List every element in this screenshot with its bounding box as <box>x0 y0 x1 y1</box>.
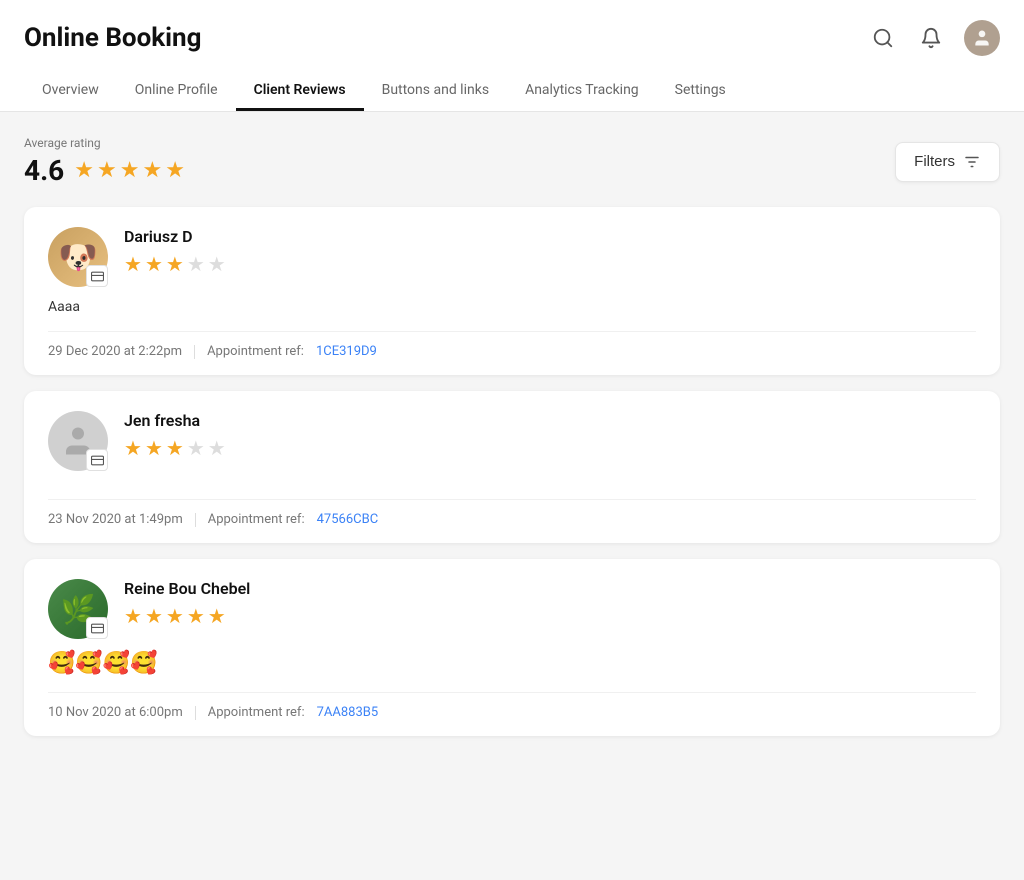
reviewer-name-1: Dariusz D <box>124 227 976 246</box>
review-card-1: 🐶 Dariusz D ★ ★ ★ ★ ★ <box>24 207 1000 375</box>
r3-star-4: ★ <box>187 604 205 628</box>
review-top-1: 🐶 Dariusz D ★ ★ ★ ★ ★ <box>24 207 1000 331</box>
r1-star-1: ★ <box>124 252 142 276</box>
divider-v-2 <box>195 513 196 527</box>
average-stars: ★ ★ ★ ★ ★ <box>74 158 185 183</box>
filters-button[interactable]: Filters <box>895 142 1000 182</box>
review-date-1: 29 Dec 2020 at 2:22pm <box>48 344 182 359</box>
app-title: Online Booking <box>24 23 201 53</box>
tab-overview[interactable]: Overview <box>24 72 117 111</box>
review-top-2: Jen fresha ★ ★ ★ ★ ★ <box>24 391 1000 499</box>
tab-client-reviews[interactable]: Client Reviews <box>236 72 364 111</box>
divider-v-3 <box>195 706 196 720</box>
main-content: Average rating 4.6 ★ ★ ★ ★ ★ Filters <box>0 112 1024 776</box>
notifications-button[interactable] <box>916 23 946 53</box>
tab-buttons-links[interactable]: Buttons and links <box>364 72 507 111</box>
review-top-3: 🌿 Reine Bou Chebel ★ ★ ★ ★ <box>24 559 1000 692</box>
star-2: ★ <box>97 158 117 183</box>
appt-label-3: Appointment ref: <box>208 705 305 720</box>
review-card-2: Jen fresha ★ ★ ★ ★ ★ 23 Nov 2020 at 1:49… <box>24 391 1000 543</box>
review-stars-2: ★ ★ ★ ★ ★ <box>124 436 976 460</box>
rating-number: 4.6 <box>24 154 64 187</box>
reviewer-info-3: Reine Bou Chebel ★ ★ ★ ★ ★ <box>124 579 976 628</box>
rating-info: Average rating 4.6 ★ ★ ★ ★ ★ <box>24 136 185 187</box>
rating-section: Average rating 4.6 ★ ★ ★ ★ ★ Filters <box>24 136 1000 187</box>
payment-badge-1 <box>86 265 108 287</box>
search-icon <box>872 27 894 49</box>
reviewer-info-1: Dariusz D ★ ★ ★ ★ ★ <box>124 227 976 276</box>
avatar-icon <box>972 28 992 48</box>
reviewer-avatar-1: 🐶 <box>48 227 108 287</box>
nav-tabs: Overview Online Profile Client Reviews B… <box>24 72 1000 111</box>
appt-label-1: Appointment ref: <box>207 344 304 359</box>
review-stars-3: ★ ★ ★ ★ ★ <box>124 604 976 628</box>
star-5: ★ <box>165 158 185 183</box>
review-date-3: 10 Nov 2020 at 6:00pm <box>48 705 183 720</box>
header-icons <box>868 20 1000 56</box>
appt-ref-2[interactable]: 47566CBC <box>317 512 379 527</box>
r2-star-2: ★ <box>145 436 163 460</box>
review-bottom-2: 23 Nov 2020 at 1:49pm Appointment ref: 4… <box>24 500 1000 543</box>
review-emoji-3: 🥰🥰🥰🥰 <box>48 651 976 676</box>
card-icon-1 <box>91 270 104 283</box>
review-meta-2: Jen fresha ★ ★ ★ ★ ★ <box>48 411 976 471</box>
rating-label: Average rating <box>24 136 185 150</box>
reviewer-avatar-3: 🌿 <box>48 579 108 639</box>
tab-online-profile[interactable]: Online Profile <box>117 72 236 111</box>
review-stars-1: ★ ★ ★ ★ ★ <box>124 252 976 276</box>
r2-star-3: ★ <box>166 436 184 460</box>
r2-star-5: ★ <box>208 436 226 460</box>
bell-icon <box>920 27 942 49</box>
appt-ref-1[interactable]: 1CE319D9 <box>316 344 377 359</box>
payment-badge-2 <box>86 449 108 471</box>
reviewer-avatar-2 <box>48 411 108 471</box>
star-3: ★ <box>120 158 140 183</box>
star-1: ★ <box>74 158 94 183</box>
r1-star-4: ★ <box>187 252 205 276</box>
r2-star-4: ★ <box>187 436 205 460</box>
card-icon-2 <box>91 454 104 467</box>
star-4: ★ <box>142 158 162 183</box>
r3-star-2: ★ <box>145 604 163 628</box>
appt-label-2: Appointment ref: <box>208 512 305 527</box>
rating-value-row: 4.6 ★ ★ ★ ★ ★ <box>24 154 185 187</box>
tab-settings[interactable]: Settings <box>657 72 744 111</box>
review-text-1: Aaaa <box>48 299 976 315</box>
r2-star-1: ★ <box>124 436 142 460</box>
r3-star-3: ★ <box>166 604 184 628</box>
reviewer-info-2: Jen fresha ★ ★ ★ ★ ★ <box>124 411 976 460</box>
divider-v-1 <box>194 345 195 359</box>
review-meta-3: 🌿 Reine Bou Chebel ★ ★ ★ ★ <box>48 579 976 639</box>
review-bottom-3: 10 Nov 2020 at 6:00pm Appointment ref: 7… <box>24 693 1000 736</box>
user-avatar[interactable] <box>964 20 1000 56</box>
appt-ref-3[interactable]: 7AA883B5 <box>317 705 379 720</box>
r1-star-5: ★ <box>208 252 226 276</box>
page-header: Online Booking <box>0 0 1024 112</box>
filters-icon <box>963 153 981 171</box>
review-date-2: 23 Nov 2020 at 1:49pm <box>48 512 183 527</box>
review-meta-1: 🐶 Dariusz D ★ ★ ★ ★ ★ <box>48 227 976 287</box>
r1-star-3: ★ <box>166 252 184 276</box>
reviewer-name-2: Jen fresha <box>124 411 976 430</box>
reviewer-name-3: Reine Bou Chebel <box>124 579 976 598</box>
header-top: Online Booking <box>24 20 1000 56</box>
search-button[interactable] <box>868 23 898 53</box>
payment-badge-3 <box>86 617 108 639</box>
r3-star-1: ★ <box>124 604 142 628</box>
filters-label: Filters <box>914 153 955 170</box>
tab-analytics[interactable]: Analytics Tracking <box>507 72 657 111</box>
r1-star-2: ★ <box>145 252 163 276</box>
review-card-3: 🌿 Reine Bou Chebel ★ ★ ★ ★ <box>24 559 1000 736</box>
review-bottom-1: 29 Dec 2020 at 2:22pm Appointment ref: 1… <box>24 332 1000 375</box>
tab-list: Overview Online Profile Client Reviews B… <box>24 72 1000 111</box>
r3-star-5: ★ <box>208 604 226 628</box>
card-icon-3 <box>91 622 104 635</box>
